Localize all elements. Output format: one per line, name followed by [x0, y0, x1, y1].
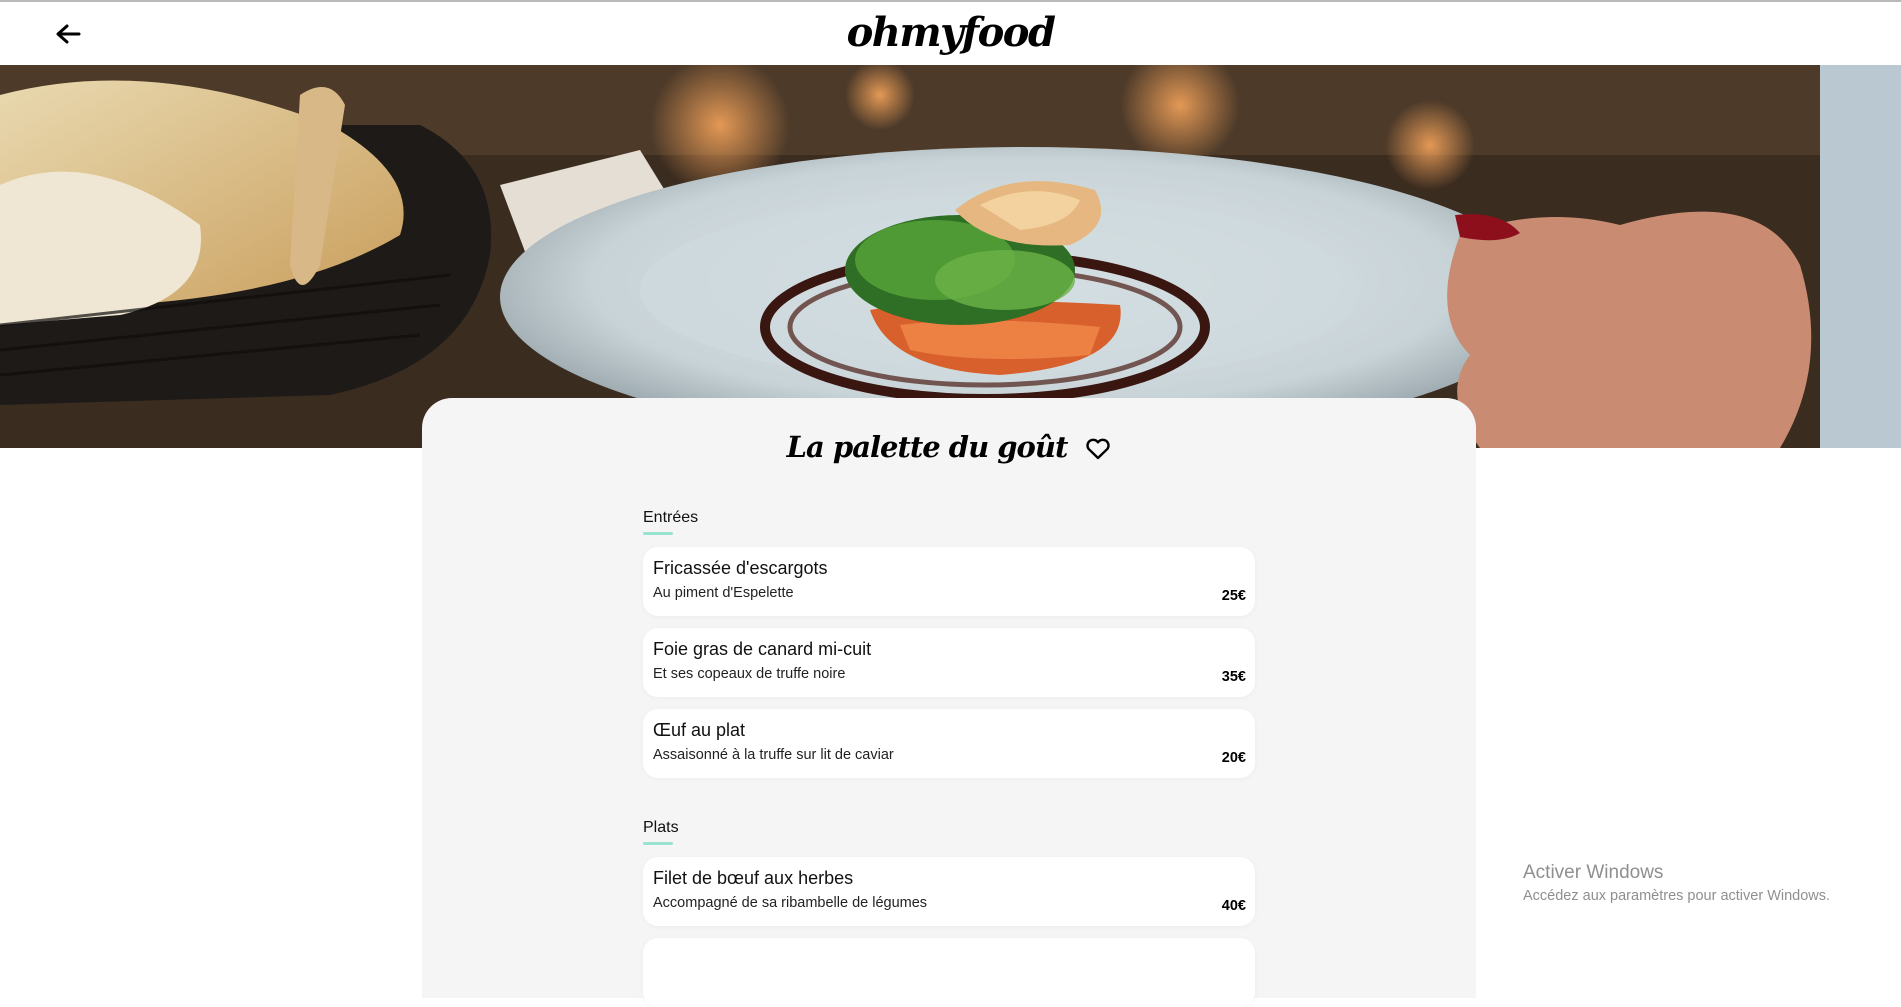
dish-name: Foie gras de canard mi-cuit [653, 639, 872, 659]
dish-description: Et ses copeaux de truffe noire [653, 666, 846, 682]
dish-description: Assaisonné à la truffe sur lit de caviar [653, 747, 894, 763]
logo[interactable]: ohmyfood [0, 8, 1901, 58]
restaurant-title-row: La palette du goût [422, 422, 1476, 472]
dish-card[interactable]: Filet de bœuf aux herbes Accompagné de s… [643, 857, 1255, 926]
app-header: ohmyfood [0, 2, 1901, 65]
dish-price: 20€ [1221, 750, 1246, 766]
heart-outline-icon[interactable] [1085, 437, 1111, 461]
watermark-subtitle: Accédez aux paramètres pour activer Wind… [1523, 888, 1831, 904]
dish-name: Fricassée d'escargots [653, 558, 828, 578]
dish-name: Filet de bœuf aux herbes [653, 868, 854, 888]
windows-activation-watermark: Activer Windows Accédez aux paramètres p… [1523, 862, 1830, 904]
dish-description: Accompagné de sa ribambelle de légumes [653, 895, 928, 911]
dish-card[interactable]: Foie gras de canard mi-cuit Et ses copea… [643, 628, 1255, 697]
section-plats: Plats Filet de bœuf aux herbes Accompagn… [643, 816, 1255, 1007]
section-underline [643, 842, 673, 845]
menu-card: La palette du goût Entrées Fricassée d'e… [422, 398, 1476, 1007]
dish-description: Au piment d'Espelette [653, 585, 794, 601]
dish-price: 35€ [1221, 669, 1246, 685]
restaurant-name: La palette du goût [786, 430, 1069, 464]
section-title: Entrées [643, 509, 699, 526]
watermark-title: Activer Windows [1523, 862, 1664, 883]
section-title: Plats [643, 819, 679, 836]
section-underline [643, 532, 673, 535]
dish-price: 25€ [1221, 588, 1246, 604]
dish-card[interactable]: Fricassée d'escargots Au piment d'Espele… [643, 547, 1255, 616]
dish-name: Œuf au plat [653, 720, 746, 740]
hero-image [0, 65, 1901, 448]
dish-card[interactable] [643, 938, 1255, 1007]
hero-photo [0, 65, 1901, 448]
dish-card[interactable]: Œuf au plat Assaisonné à la truffe sur l… [643, 709, 1255, 778]
section-entrees: Entrées Fricassée d'escargots Au piment … [643, 506, 1255, 778]
dish-price: 40€ [1221, 898, 1246, 914]
